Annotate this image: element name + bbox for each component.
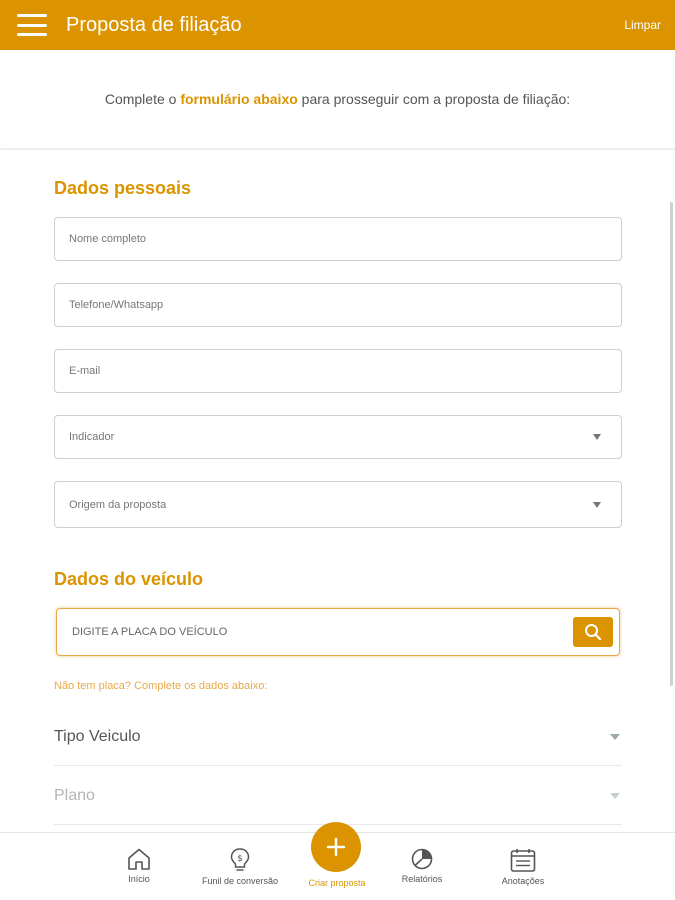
notes-icon <box>510 849 536 872</box>
nav-item-notes[interactable]: Anotações <box>473 833 573 900</box>
form-content: Dados pessoais Nome completo Telefone/Wh… <box>0 150 675 832</box>
nav-item-funnel[interactable]: $ Funil de conversão <box>190 833 290 900</box>
nav-label-create-proposal: Criar proposta <box>308 878 366 888</box>
home-icon <box>128 848 150 870</box>
personal-data-title: Dados pessoais <box>54 178 192 198</box>
intro-prefix: Complete o <box>104 91 181 107</box>
hamburger-menu-icon[interactable] <box>17 14 47 36</box>
full-name-field[interactable]: Nome completo <box>54 217 622 261</box>
plus-icon <box>326 837 346 857</box>
intro-suffix: para prosseguir com a proposta de filiaç… <box>297 91 571 107</box>
create-proposal-button[interactable] <box>311 822 361 872</box>
scrollbar[interactable] <box>670 202 673 686</box>
search-icon <box>585 624 602 641</box>
clear-button[interactable]: Limpar <box>624 18 661 32</box>
referrer-placeholder: Indicador <box>69 431 115 443</box>
svg-text:$: $ <box>237 854 243 864</box>
caret-down-icon <box>610 792 620 799</box>
email-placeholder: E-mail <box>69 365 101 377</box>
referrer-select[interactable]: Indicador <box>54 415 622 459</box>
plan-select[interactable]: Plano <box>54 767 622 825</box>
nav-item-reports[interactable]: Relatórios <box>372 833 472 900</box>
phone-placeholder: Telefone/Whatsapp <box>69 299 164 311</box>
proposal-origin-select[interactable]: Origem da proposta <box>54 481 622 528</box>
plate-search-input[interactable]: DIGITE A PLACA DO VEÍCULO <box>56 608 620 656</box>
caret-down-icon <box>610 733 620 740</box>
email-field[interactable]: E-mail <box>54 349 622 393</box>
intro-highlight: formulário abaixo <box>180 91 298 107</box>
nav-label-notes: Anotações <box>501 876 545 886</box>
caret-down-icon <box>593 501 601 508</box>
nav-item-home[interactable]: Início <box>89 833 189 900</box>
lightbulb-dollar-icon: $ <box>230 848 250 871</box>
plate-placeholder: DIGITE A PLACA DO VEÍCULO <box>72 626 228 638</box>
vehicle-type-select[interactable]: Tipo Veiculo <box>54 708 622 766</box>
pie-chart-icon <box>411 848 433 870</box>
proposal-origin-placeholder: Origem da proposta <box>69 498 167 511</box>
nav-label-home: Início <box>128 874 150 884</box>
nav-label-funnel: Funil de conversão <box>201 876 279 886</box>
intro-text: Complete o formulário abaixo para prosse… <box>0 50 675 148</box>
app-bar: Proposta de filiação Limpar <box>0 0 675 50</box>
plan-label: Plano <box>54 786 95 804</box>
nav-label-reports: Relatórios <box>401 874 443 884</box>
vehicle-data-title: Dados do veículo <box>54 569 204 589</box>
no-plate-hint: Não tem placa? Complete os dados abaixo: <box>54 680 268 692</box>
phone-field[interactable]: Telefone/Whatsapp <box>54 283 622 327</box>
vehicle-type-label: Tipo Veiculo <box>54 727 141 745</box>
full-name-placeholder: Nome completo <box>69 233 147 245</box>
page-title: Proposta de filiação <box>66 13 242 36</box>
search-button[interactable] <box>573 617 613 647</box>
caret-down-icon <box>593 434 601 440</box>
